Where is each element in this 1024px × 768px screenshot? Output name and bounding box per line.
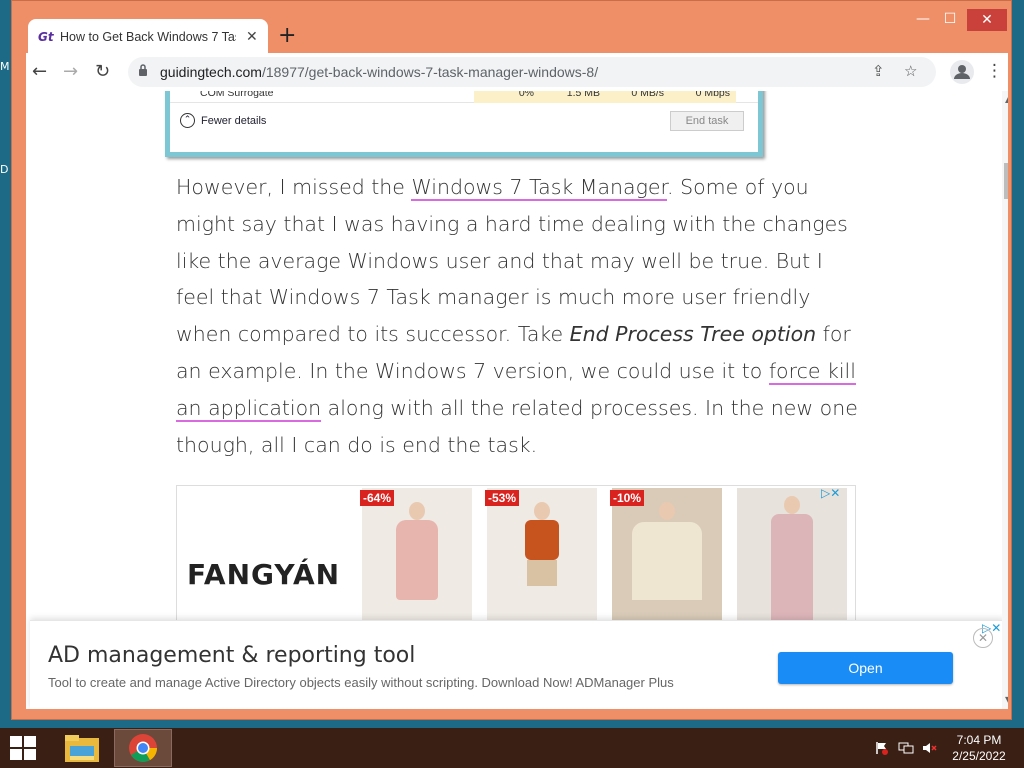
forward-button[interactable]: → [63, 61, 78, 82]
article-paragraph: However, I missed the Windows 7 Task Man… [176, 169, 866, 463]
minimize-button[interactable]: — [912, 11, 934, 27]
network-cell: 0 Mbps [670, 91, 736, 103]
disk-cell: 0 MB/s [606, 91, 670, 103]
task-manager-screenshot: COM Surrogate 0% 1.5 MB 0 MB/s 0 Mbps ⌃ … [165, 91, 763, 157]
title-bar: Gt How to Get Back Windows 7 Task Manage… [12, 1, 1011, 54]
chrome-icon [129, 734, 157, 762]
url-text[interactable]: guidingtech.com/18977/get-back-windows-7… [160, 64, 598, 80]
lock-icon[interactable] [138, 64, 148, 76]
ad-product-image[interactable]: -53% [485, 488, 597, 624]
fewer-details: ⌃ Fewer details [180, 113, 266, 128]
clock-time: 7:04 PM [956, 733, 1002, 747]
desktop-mark: D [0, 163, 9, 176]
maximize-button[interactable]: ☐ [939, 11, 961, 27]
discount-badge: -10% [610, 490, 645, 506]
favicon-icon: Gt [38, 29, 54, 44]
browser-window: Gt How to Get Back Windows 7 Task Manage… [11, 0, 1012, 720]
windows-start-icon[interactable] [10, 736, 36, 760]
desktop-mark: M [0, 60, 10, 73]
page-content: COM Surrogate 0% 1.5 MB 0 MB/s 0 Mbps ⌃ … [26, 91, 1008, 709]
adchoices-icon[interactable]: ▷✕ [821, 486, 840, 500]
close-ad-button[interactable]: ✕ [973, 628, 993, 648]
reload-button[interactable]: ↻ [95, 61, 110, 82]
back-button[interactable]: ← [32, 61, 47, 82]
discount-badge: -53% [485, 490, 520, 506]
address-bar[interactable]: guidingtech.com/18977/get-back-windows-7… [128, 57, 936, 87]
file-explorer-icon[interactable] [62, 732, 102, 764]
bookmark-star-icon[interactable]: ☆ [904, 62, 917, 80]
close-tab-icon[interactable]: ✕ [246, 29, 258, 45]
process-row: COM Surrogate 0% 1.5 MB 0 MB/s 0 Mbps [170, 91, 758, 103]
article-emphasis: End Process Tree option [569, 322, 817, 347]
article-text: However, I missed the [176, 175, 412, 199]
ad-product-image[interactable]: -64% [360, 488, 472, 624]
fewer-details-label: Fewer details [201, 114, 267, 127]
ad-description: Tool to create and manage Active Directo… [48, 675, 674, 690]
taskbar: 7:04 PM 2/25/2022 [0, 728, 1024, 768]
discount-badge: -64% [360, 490, 395, 506]
flag-icon[interactable] [875, 741, 889, 755]
fashion-ad-banner[interactable]: FANGYÁN -64% -53% -10% ▷✕ [176, 485, 856, 625]
chevron-up-icon: ⌃ [180, 113, 195, 128]
process-name: COM Surrogate [200, 91, 274, 99]
scroll-up-arrow-icon[interactable]: ▲ [1005, 95, 1008, 104]
sticky-bottom-ad[interactable]: ▷✕ ✕ AD management & reporting tool Tool… [30, 620, 1004, 709]
ad-product-image[interactable]: -10% [610, 488, 722, 624]
ad-brand-logo: FANGYÁN [187, 558, 341, 591]
menu-icon[interactable]: ⋮ [986, 61, 1003, 81]
close-window-button[interactable]: ✕ [967, 9, 1007, 31]
network-icon[interactable] [898, 741, 914, 755]
system-clock[interactable]: 7:04 PM 2/25/2022 [944, 732, 1014, 764]
volume-muted-icon[interactable] [922, 741, 938, 755]
scrollbar-thumb[interactable] [1004, 163, 1008, 199]
tab-guidingtech[interactable]: Gt How to Get Back Windows 7 Task Manage… [28, 19, 268, 54]
memory-cell: 1.5 MB [540, 91, 606, 103]
browser-toolbar: ← → ↻ guidingtech.com/18977/get-back-win… [26, 53, 1008, 91]
chrome-taskbar-button[interactable] [114, 729, 172, 767]
person-icon [954, 65, 970, 79]
clock-date: 2/25/2022 [952, 749, 1006, 763]
scroll-down-arrow-icon[interactable]: ▼ [1005, 695, 1008, 704]
end-task-button: End task [670, 111, 744, 131]
share-icon[interactable]: ⇪ [872, 62, 885, 80]
profile-avatar[interactable] [950, 60, 974, 84]
vertical-scrollbar[interactable]: ▲ ▼ [1002, 91, 1008, 709]
tab-title: How to Get Back Windows 7 Task Manager [60, 29, 236, 44]
ad-product-image[interactable] [737, 488, 847, 624]
ad-headline[interactable]: AD management & reporting tool [48, 643, 415, 668]
cpu-cell: 0% [474, 91, 540, 103]
open-button[interactable]: Open [778, 652, 953, 684]
new-tab-button[interactable]: + [278, 23, 296, 48]
link-windows-7-task-manager[interactable]: Windows 7 Task Manager [411, 175, 668, 201]
